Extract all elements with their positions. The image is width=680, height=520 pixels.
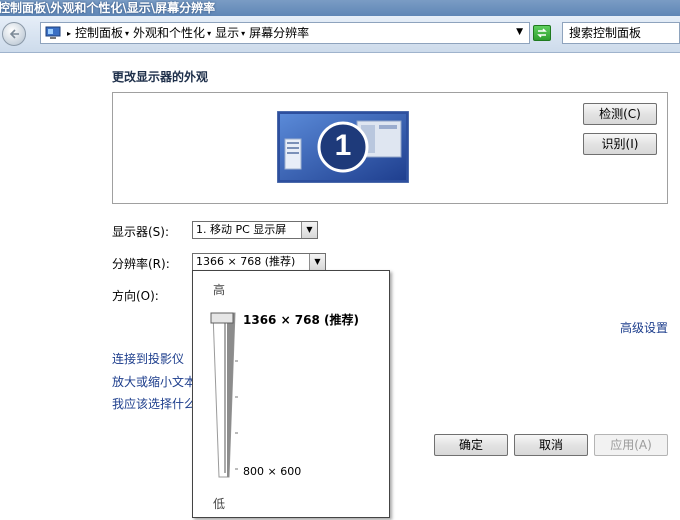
back-button[interactable] bbox=[2, 22, 26, 46]
display-select-value: 1. 移动 PC 显示屏 bbox=[196, 223, 287, 236]
breadcrumb: ▸ 控制面板 ▾ 外观和个性化 ▾ 显示 ▾ 屏幕分辨率 bbox=[65, 25, 309, 43]
chevron-right-icon: ▸ bbox=[67, 29, 72, 38]
address-bar[interactable]: ▸ 控制面板 ▾ 外观和个性化 ▾ 显示 ▾ 屏幕分辨率 ▼ bbox=[40, 22, 530, 44]
display-select[interactable]: 1. 移动 PC 显示屏 ▼ bbox=[192, 221, 318, 239]
connect-projector-link[interactable]: 连接到投影仪 bbox=[112, 350, 184, 367]
chevron-down-icon[interactable]: ▼ bbox=[309, 254, 325, 270]
refresh-button[interactable] bbox=[533, 25, 551, 41]
refresh-icon bbox=[537, 28, 547, 38]
breadcrumb-item-appearance[interactable]: 外观和个性化 bbox=[133, 26, 205, 40]
search-input[interactable]: 搜索控制面板 bbox=[562, 22, 680, 44]
text-size-link[interactable]: 放大或缩小文本 bbox=[112, 373, 196, 390]
navigation-bar: ▸ 控制面板 ▾ 外观和个性化 ▾ 显示 ▾ 屏幕分辨率 ▼ 搜索控制面板 bbox=[0, 16, 680, 53]
orientation-label: 方向(O): bbox=[112, 289, 159, 303]
cancel-button[interactable]: 取消 bbox=[514, 434, 588, 456]
breadcrumb-item-screen-resolution[interactable]: 屏幕分辨率 bbox=[249, 26, 309, 40]
address-dropdown-icon[interactable]: ▼ bbox=[516, 27, 523, 37]
slider-thumb[interactable] bbox=[210, 312, 234, 324]
chevron-down-icon[interactable]: ▾ bbox=[241, 29, 245, 38]
slider-top-resolution: 1366 × 768 (推荐) bbox=[243, 313, 360, 327]
low-label: 低 bbox=[213, 497, 226, 511]
breadcrumb-item-control-panel[interactable]: 控制面板 bbox=[75, 26, 123, 40]
window-title: 控制面板\外观和个性化\显示\屏幕分辨率 bbox=[0, 1, 216, 15]
apply-button[interactable]: 应用(A) bbox=[594, 434, 668, 456]
back-arrow-icon bbox=[9, 29, 19, 39]
identify-button[interactable]: 识别(I) bbox=[583, 133, 657, 155]
high-label: 高 bbox=[213, 283, 226, 297]
resolution-slider[interactable] bbox=[209, 309, 239, 481]
ok-button[interactable]: 确定 bbox=[434, 434, 508, 456]
advanced-settings-link[interactable]: 高级设置 bbox=[620, 319, 668, 336]
resolution-label: 分辨率(R): bbox=[112, 257, 170, 271]
chevron-down-icon[interactable]: ▼ bbox=[301, 222, 317, 238]
resolution-select[interactable]: 1366 × 768 (推荐) ▼ bbox=[192, 253, 326, 271]
slider-bottom-resolution: 800 × 600 bbox=[243, 465, 302, 478]
page-title: 更改显示器的外观 bbox=[112, 70, 209, 84]
monitor-preview-area: 1 检测(C) 识别(I) bbox=[112, 92, 668, 204]
resolution-slider-popup: 高 1366 × 768 (推荐) 800 × 600 低 bbox=[192, 270, 390, 518]
resolution-select-value: 1366 × 768 (推荐) bbox=[196, 255, 296, 268]
monitor-number: 1 bbox=[334, 129, 352, 162]
breadcrumb-item-display[interactable]: 显示 bbox=[215, 26, 239, 40]
chevron-down-icon[interactable]: ▾ bbox=[207, 29, 211, 38]
control-panel-icon bbox=[45, 26, 61, 39]
detect-button[interactable]: 检测(C) bbox=[583, 103, 657, 125]
display-label: 显示器(S): bbox=[112, 225, 170, 239]
help-choose-link[interactable]: 我应该选择什么 bbox=[112, 395, 196, 412]
chevron-down-icon[interactable]: ▾ bbox=[125, 29, 129, 38]
window-title-bar: 控制面板\外观和个性化\显示\屏幕分辨率 bbox=[0, 0, 680, 16]
